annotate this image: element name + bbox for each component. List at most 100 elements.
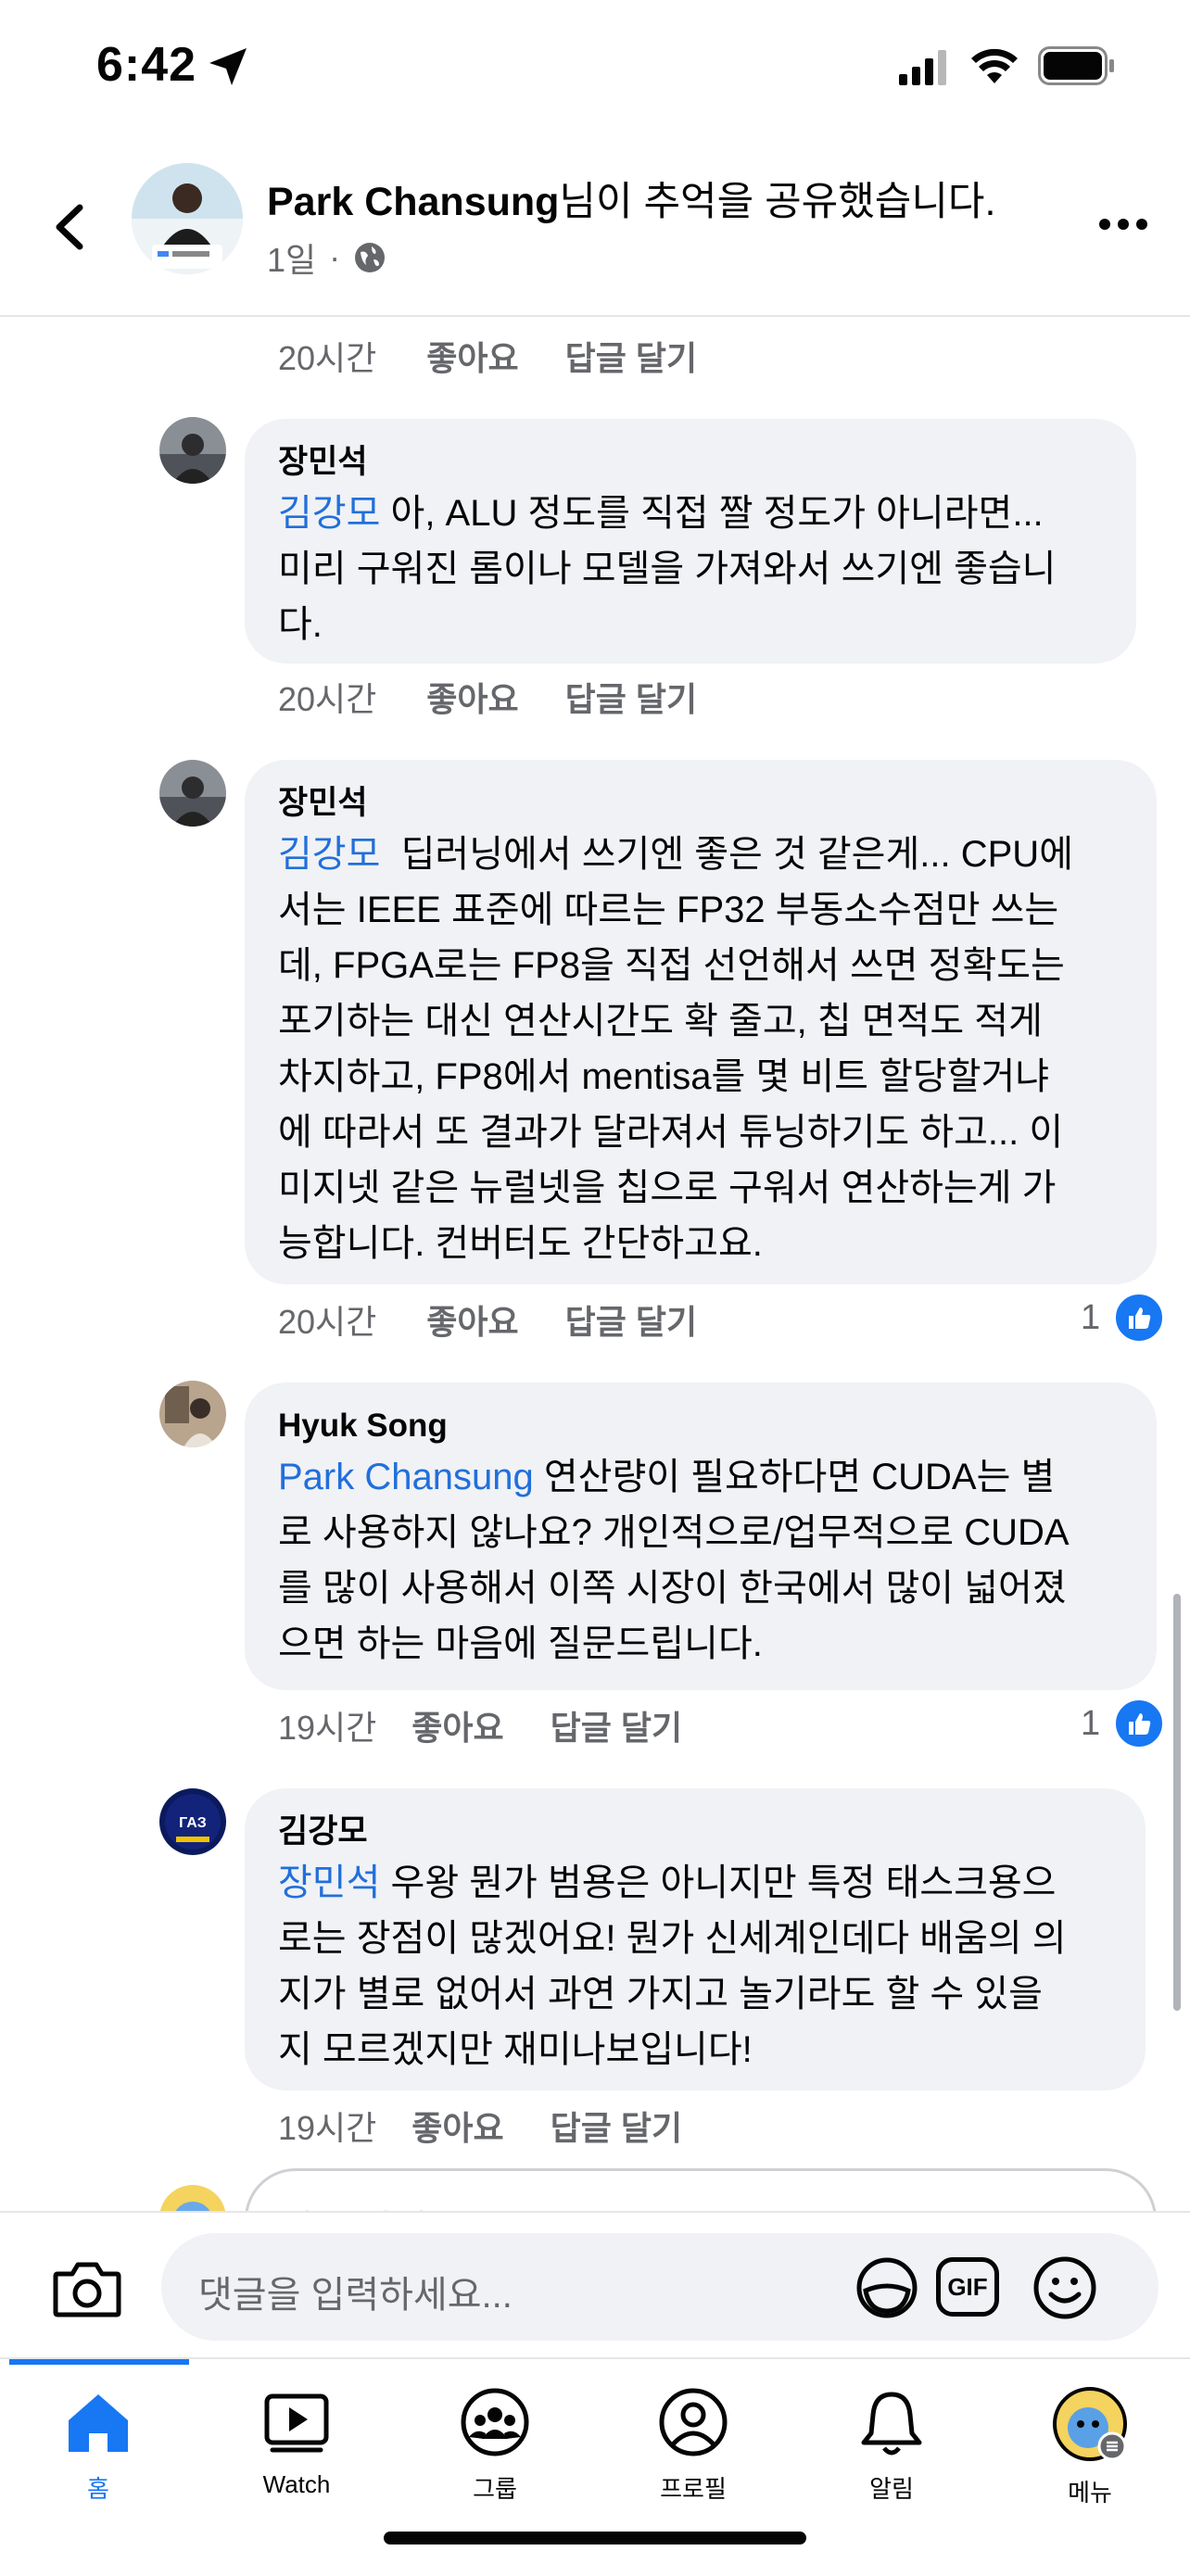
profile-icon bbox=[659, 2388, 728, 2456]
like-button[interactable]: 좋아요 bbox=[426, 673, 518, 721]
bell-icon bbox=[861, 2392, 922, 2456]
comment-meta: 20시간 좋아요 답글 달기 bbox=[278, 332, 697, 380]
comment-line: 포기하는 대신 연산시간도 확 줄고, 칩 면적도 적게 bbox=[278, 1001, 1043, 1042]
post-age[interactable]: 1일 bbox=[267, 234, 316, 282]
comment-text: 장민석 우왕 뭔가 범용은 아니지만 특정 태스크용으 로는 장점이 많겠어요!… bbox=[278, 1855, 1112, 2077]
comment-meta: 19시간 좋아요 답글 달기 bbox=[278, 2102, 682, 2150]
comment-text: 김강모 아, ALU 정도를 직접 짤 정도가 아니라면... 미리 구워진 롬… bbox=[278, 486, 1103, 652]
comment-line: 로는 장점이 많겠어요! 뭔가 신세계인데다 배움의 의 bbox=[278, 1918, 1067, 1959]
comment-meta: 20시간 좋아요 답글 달기 bbox=[278, 1295, 697, 1344]
cellular-signal-icon bbox=[899, 50, 946, 85]
nav-label: 알림 bbox=[869, 2475, 914, 2503]
like-button[interactable]: 좋아요 bbox=[411, 1701, 503, 1749]
reaction-count: 1 bbox=[1081, 1297, 1101, 1337]
commenter-name[interactable]: 김강모 bbox=[278, 1809, 1112, 1855]
battery-icon bbox=[1038, 46, 1114, 85]
like-button[interactable]: 좋아요 bbox=[426, 332, 518, 380]
nav-groups[interactable]: 그룹 bbox=[421, 2385, 569, 2505]
comment-line: 서는 IEEE 표준에 따르는 FP32 부동소수점만 쓰는 bbox=[278, 890, 1059, 930]
nav-notifications[interactable]: 알림 bbox=[817, 2385, 966, 2505]
active-tab-indicator bbox=[9, 2359, 189, 2365]
reaction-summary[interactable]: 1 bbox=[1081, 1292, 1166, 1344]
mention-link[interactable]: 김강모 bbox=[278, 834, 380, 875]
comment-line: 능합니다. 컨버터도 간단하고요. bbox=[278, 1223, 763, 1264]
comment-line: 다. bbox=[278, 604, 323, 645]
scrollbar[interactable] bbox=[1173, 1594, 1181, 2011]
nav-watch[interactable]: Watch bbox=[222, 2385, 371, 2499]
comment-time[interactable]: 20시간 bbox=[278, 673, 376, 721]
globe-icon bbox=[355, 243, 386, 272]
like-reaction-icon bbox=[1113, 1292, 1166, 1344]
comment-line: 지 모르겠지만 재미나보입니다! bbox=[278, 2029, 753, 2070]
comment-composer: 댓글을 입력하세요... GIF bbox=[0, 2211, 1190, 2359]
nav-menu[interactable]: 메뉴 bbox=[1016, 2385, 1164, 2508]
post-action-text: 님이 추억을 공유했습니다. bbox=[559, 180, 996, 224]
comment-line: 미리 구워진 롬이나 모델을 가져와서 쓰기엔 좋습니 bbox=[278, 549, 1057, 589]
nav-profile[interactable]: 프로필 bbox=[619, 2385, 767, 2505]
more-options-icon[interactable] bbox=[1099, 219, 1147, 230]
comment-time[interactable]: 19시간 bbox=[278, 1701, 376, 1749]
commenter-avatar[interactable] bbox=[159, 417, 226, 484]
like-reaction-icon bbox=[1113, 1698, 1166, 1749]
comment-line: 연산량이 필요하다면 CUDA는 별 bbox=[533, 1457, 1056, 1497]
home-indicator bbox=[384, 2532, 806, 2544]
comment-line: 로 사용하지 않나요? 개인적으로/업무적으로 CUDA bbox=[278, 1512, 1070, 1553]
nav-label: 그룹 bbox=[473, 2475, 517, 2503]
post-header: Park Chansung님이 추억을 공유했습니다. 1일 · bbox=[0, 139, 1190, 317]
commenter-avatar[interactable] bbox=[159, 760, 226, 827]
reply-button[interactable]: 답글 달기 bbox=[565, 332, 697, 380]
comment-time[interactable]: 20시간 bbox=[278, 1295, 376, 1344]
post-title: Park Chansung님이 추억을 공유했습니다. bbox=[267, 176, 995, 228]
emoji-icon[interactable] bbox=[1031, 2254, 1099, 2322]
groups-icon bbox=[461, 2388, 529, 2456]
post-meta: 1일 · bbox=[267, 234, 386, 282]
gif-button[interactable]: GIF bbox=[936, 2257, 999, 2317]
reply-button[interactable]: 답글 달기 bbox=[551, 2102, 682, 2150]
comment-line: 지가 별로 없어서 과연 가지고 놀기라도 할 수 있을 bbox=[278, 1974, 1043, 2014]
commenter-avatar[interactable] bbox=[159, 1381, 226, 1447]
comment-time[interactable]: 20시간 bbox=[278, 332, 376, 380]
comment-input[interactable]: 댓글을 입력하세요... GIF bbox=[161, 2233, 1158, 2341]
comment-line: 미지넷 같은 뉴럴넷을 칩으로 구워서 연산하는게 가 bbox=[278, 1168, 1057, 1208]
author-name[interactable]: Park Chansung bbox=[267, 180, 559, 224]
comment-text: 김강모 딥러닝에서 쓰기엔 좋은 것 같은게... CPU에 서는 IEEE 표… bbox=[278, 827, 1123, 1271]
camera-icon[interactable] bbox=[52, 2259, 122, 2318]
comment-meta: 19시간 좋아요 답글 달기 bbox=[278, 1701, 682, 1749]
mention-link[interactable]: Park Chansung bbox=[278, 1457, 534, 1497]
nav-label: Watch bbox=[262, 2470, 331, 2498]
like-button[interactable]: 좋아요 bbox=[411, 2102, 503, 2150]
nav-label: 프로필 bbox=[660, 2475, 727, 2503]
mention-link[interactable]: 김강모 bbox=[278, 493, 380, 534]
location-arrow-icon bbox=[209, 48, 247, 85]
reply-button[interactable]: 답글 달기 bbox=[565, 1295, 697, 1344]
commenter-name[interactable]: 장민석 bbox=[278, 780, 1123, 827]
commenter-name[interactable]: 장민석 bbox=[278, 439, 1103, 486]
watch-icon bbox=[264, 2393, 329, 2453]
comment-bubble: 김강모 장민석 우왕 뭔가 범용은 아니지만 특정 태스크용으 로는 장점이 많… bbox=[245, 1788, 1146, 2090]
commenter-name[interactable]: Hyuk Song bbox=[278, 1403, 1123, 1449]
comment-bubble: 장민석 김강모 아, ALU 정도를 직접 짤 정도가 아니라면... 미리 구… bbox=[245, 419, 1136, 663]
comment-line: 에 따라서 또 결과가 달라져서 튜닝하기도 하고... 이 bbox=[278, 1112, 1064, 1153]
comment-line: 를 많이 사용해서 이쪽 시장이 한국에서 많이 넓어졌 bbox=[278, 1568, 1067, 1609]
avatar-sticker-icon[interactable] bbox=[853, 2254, 921, 2322]
comment-line: 아, ALU 정도를 직접 짤 정도가 아니라면... bbox=[380, 493, 1044, 534]
commenter-avatar[interactable]: ГАЗ bbox=[159, 1788, 226, 1855]
comment-placeholder: 댓글을 입력하세요... bbox=[198, 2275, 513, 2316]
reply-button[interactable]: 답글 달기 bbox=[551, 1701, 682, 1749]
menu-avatar-icon bbox=[1053, 2387, 1127, 2461]
wifi-icon bbox=[971, 48, 1018, 83]
comment-text: Park Chansung 연산량이 필요하다면 CUDA는 별 로 사용하지 … bbox=[278, 1449, 1123, 1672]
comment-meta: 20시간 좋아요 답글 달기 bbox=[278, 673, 697, 721]
comment-line: 으면 하는 마음에 질문드립니다. bbox=[278, 1623, 763, 1664]
nav-home[interactable]: 홈 bbox=[24, 2385, 172, 2505]
comment-time[interactable]: 19시간 bbox=[278, 2102, 376, 2150]
mention-link[interactable]: 장민석 bbox=[278, 1863, 380, 1903]
status-time: 6:42 bbox=[96, 38, 197, 92]
like-button[interactable]: 좋아요 bbox=[426, 1295, 518, 1344]
back-arrow-icon[interactable] bbox=[43, 195, 98, 259]
home-icon bbox=[69, 2394, 128, 2452]
reply-button[interactable]: 답글 달기 bbox=[565, 673, 697, 721]
reaction-summary[interactable]: 1 bbox=[1081, 1698, 1166, 1749]
comment-line: 데, FPGA로는 FP8을 직접 선언해서 쓰면 정확도는 bbox=[278, 945, 1065, 986]
author-avatar[interactable] bbox=[132, 163, 243, 274]
